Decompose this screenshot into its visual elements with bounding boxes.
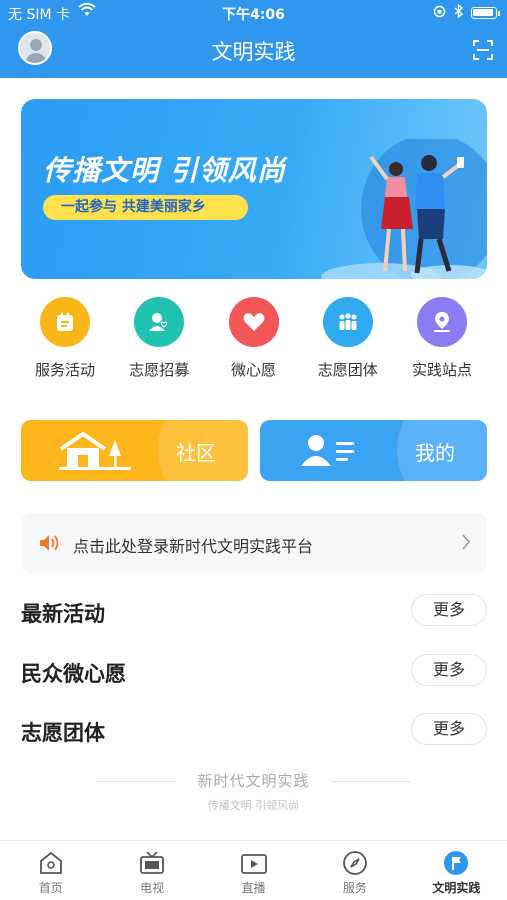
community-card[interactable]: 社区 <box>21 420 248 481</box>
user-card-icon <box>301 435 354 466</box>
tab-label: 电视 <box>140 881 165 895</box>
login-notice[interactable]: 点击此处登录新时代文明实践平台 <box>21 513 487 573</box>
tab-label: 文明实践 <box>432 881 481 895</box>
quick-link-service-activity[interactable]: 服务活动 <box>18 297 112 387</box>
flag-icon <box>406 849 507 877</box>
divider <box>331 781 411 782</box>
tab-bar: 首页 电视 直播 服务 文明实践 <box>0 840 507 900</box>
tab-label: 首页 <box>38 881 63 895</box>
home-icon <box>0 849 101 877</box>
section-volunteer-groups: 志愿团体 更多 <box>21 713 487 753</box>
divider <box>96 781 176 782</box>
section-title: 民众微心愿 <box>21 662 126 686</box>
orientation-lock-icon <box>433 5 446 22</box>
banner-tagline: 一起参与 共建美丽家乡 <box>43 195 248 220</box>
mine-label: 我的 <box>415 441 455 465</box>
banner-illustration <box>321 139 487 279</box>
page-title: 文明实践 <box>211 40 296 64</box>
quick-link-label: 实践站点 <box>411 361 472 379</box>
quick-link-label: 微心愿 <box>230 361 276 379</box>
section-latest-activities: 最新活动 更多 <box>21 594 487 634</box>
tab-label: 服务 <box>342 881 367 895</box>
quick-link-micro-wish[interactable]: 微心愿 <box>207 297 301 387</box>
calendar-icon <box>40 297 90 347</box>
tab-home[interactable]: 首页 <box>0 841 101 900</box>
house-icon <box>59 432 131 470</box>
compass-icon <box>304 849 405 877</box>
quick-links: 服务活动 志愿招募 微心愿 志愿团体 实践站点 <box>18 297 489 387</box>
location-icon <box>417 297 467 347</box>
mine-card[interactable]: 我的 <box>260 420 487 481</box>
quick-link-practice-site[interactable]: 实践站点 <box>395 297 489 387</box>
group-icon <box>322 297 373 347</box>
section-title: 志愿团体 <box>21 721 105 745</box>
speaker-icon <box>40 535 59 551</box>
status-time: 下午4:06 <box>222 7 285 23</box>
tab-tv[interactable]: 电视 <box>101 841 202 900</box>
tab-label: 直播 <box>241 881 266 895</box>
more-button[interactable]: 更多 <box>411 594 487 626</box>
slogan-subtitle: 传播文明 引领风尚 <box>207 799 300 812</box>
tv-icon <box>101 849 202 877</box>
battery-icon <box>471 7 500 19</box>
slogan-title: 新时代文明实践 <box>197 772 310 790</box>
live-icon <box>203 849 304 877</box>
more-button[interactable]: 更多 <box>411 713 487 745</box>
promo-banner[interactable]: 传播文明 引领风尚 一起参与 共建美丽家乡 <box>21 99 487 279</box>
bluetooth-icon <box>454 3 464 22</box>
quick-link-label: 志愿招募 <box>129 361 190 379</box>
more-button[interactable]: 更多 <box>411 654 487 686</box>
quick-link-label: 服务活动 <box>34 361 95 379</box>
user-heart-icon <box>134 297 185 347</box>
heart-icon <box>228 297 279 347</box>
scan-icon[interactable] <box>473 40 493 60</box>
chevron-right-icon <box>461 533 471 555</box>
section-public-wishes: 民众微心愿 更多 <box>21 654 487 694</box>
community-label: 社区 <box>176 441 216 465</box>
quick-link-volunteer-recruit[interactable]: 志愿招募 <box>112 297 206 387</box>
top-bar: 无 SIM 卡 下午4:06 文明实践 <box>0 0 507 78</box>
notice-text: 点击此处登录新时代文明实践平台 <box>73 537 314 556</box>
tab-service[interactable]: 服务 <box>304 841 405 900</box>
section-title: 最新活动 <box>21 602 105 626</box>
quick-link-label: 志愿团体 <box>317 361 378 379</box>
quick-link-volunteer-group[interactable]: 志愿团体 <box>301 297 395 387</box>
status-bar: 无 SIM 卡 下午4:06 <box>0 0 507 26</box>
banner-headline: 传播文明 引领风尚 <box>43 154 286 187</box>
tab-civilization-practice[interactable]: 文明实践 <box>406 841 507 900</box>
tab-live[interactable]: 直播 <box>203 841 304 900</box>
footer-slogan: 新时代文明实践 传播文明 引领风尚 <box>0 770 507 813</box>
